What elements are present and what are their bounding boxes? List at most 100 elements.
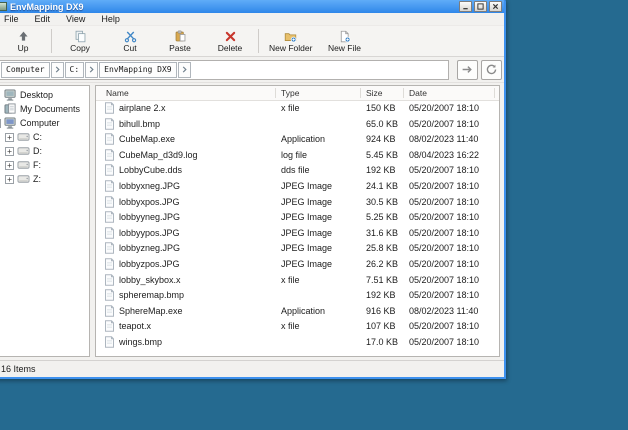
file-row-cubemap-exe[interactable]: CubeMap.exeApplication924 KB08/02/2023 1… [96, 132, 499, 148]
copy-button[interactable]: Copy [58, 27, 102, 55]
file-icon [104, 227, 115, 239]
column-divider[interactable] [360, 88, 361, 98]
file-size-cell: 924 KB [366, 134, 396, 144]
tree-expander[interactable]: - [0, 119, 1, 128]
file-date-cell: 05/20/2007 18:10 [409, 165, 479, 175]
breadcrumb-segment-computer[interactable]: Computer [1, 62, 50, 78]
file-name-cell: bihull.bmp [104, 118, 160, 130]
maximize-button[interactable] [474, 1, 487, 12]
up-arrow-icon [17, 30, 30, 43]
file-name-cell: lobbyzpos.JPG [104, 258, 180, 270]
file-row-lobbycube-dds[interactable]: LobbyCube.ddsdds file192 KB05/20/2007 18… [96, 163, 499, 179]
new-folder-button[interactable]: New Folder [265, 27, 316, 55]
file-name: lobbyzneg.JPG [119, 243, 180, 253]
menu-edit[interactable]: Edit [27, 13, 59, 26]
minimize-button[interactable] [459, 1, 472, 12]
drive-icon [17, 173, 30, 185]
tree-item-z[interactable]: + Z: [0, 172, 89, 186]
file-row-lobbyzneg-jpg[interactable]: lobbyzneg.JPGJPEG Image25.8 KB05/20/2007… [96, 241, 499, 257]
drive-icon [17, 159, 30, 171]
file-type-cell: JPEG Image [281, 228, 332, 238]
file-size-cell: 7.51 KB [366, 275, 398, 285]
tree-item-my-documents[interactable]: My Documents [0, 102, 89, 116]
file-name: LobbyCube.dds [119, 165, 182, 175]
file-row-lobbyyneg-jpg[interactable]: lobbyyneg.JPGJPEG Image5.25 KB05/20/2007… [96, 210, 499, 226]
file-date-cell: 05/20/2007 18:10 [409, 197, 479, 207]
tree-item-desktop[interactable]: Desktop [0, 88, 89, 102]
column-divider[interactable] [494, 88, 495, 98]
menu-view[interactable]: View [58, 13, 93, 26]
close-button[interactable] [489, 1, 502, 12]
chevron-right-icon[interactable] [51, 62, 64, 78]
file-date-cell: 05/20/2007 18:10 [409, 119, 479, 129]
up-button[interactable]: Up [1, 27, 45, 55]
tree-expander[interactable]: + [5, 147, 14, 156]
file-type-cell: JPEG Image [281, 259, 332, 269]
file-type-cell: JPEG Image [281, 181, 332, 191]
file-row-teapot-x[interactable]: teapot.xx file107 KB05/20/2007 18:10 [96, 319, 499, 335]
file-row-wings-bmp[interactable]: wings.bmp17.0 KB05/20/2007 18:10 [96, 335, 499, 351]
file-name: spheremap.bmp [119, 290, 184, 300]
breadcrumb[interactable]: Computer C: EnvMapping DX9 [0, 60, 449, 80]
file-row-cubemap-d3d9-log[interactable]: CubeMap_d3d9.loglog file5.45 KB08/04/202… [96, 148, 499, 164]
refresh-button[interactable] [481, 60, 502, 80]
file-name: SphereMap.exe [119, 306, 183, 316]
file-size-cell: 192 KB [366, 165, 396, 175]
tree-expander[interactable]: + [5, 133, 14, 142]
file-date-cell: 05/20/2007 18:10 [409, 259, 479, 269]
new-file-button[interactable]: New File [322, 27, 366, 55]
tree-item-f[interactable]: +F: [0, 158, 89, 172]
file-date-cell: 08/02/2023 11:40 [409, 306, 478, 316]
breadcrumb-segment-envmapping-dx9[interactable]: EnvMapping DX9 [99, 62, 176, 78]
tree-item-c[interactable]: + C: [0, 130, 89, 144]
file-name-cell: spheremap.bmp [104, 289, 184, 301]
file-row-lobbyxneg-jpg[interactable]: lobbyxneg.JPGJPEG Image24.1 KB05/20/2007… [96, 179, 499, 195]
column-divider[interactable] [403, 88, 404, 98]
file-name-cell: lobbyxneg.JPG [104, 180, 180, 192]
file-icon [104, 180, 115, 192]
menu-file[interactable]: File [0, 13, 27, 26]
copy-icon [74, 30, 87, 43]
file-row-spheremap-bmp[interactable]: spheremap.bmp192 KB05/20/2007 18:10 [96, 288, 499, 304]
file-date-cell: 05/20/2007 18:10 [409, 337, 479, 347]
file-list: Name Type Size Date airplane 2.xx file150 K… [95, 85, 500, 357]
folder-tree: DesktopMy Documents-Computer+C:+D:+F:+Z: [0, 85, 90, 357]
file-icon [104, 336, 115, 348]
go-button[interactable] [457, 60, 478, 80]
chevron-right-icon[interactable] [178, 62, 191, 78]
file-type-cell: JPEG Image [281, 212, 332, 222]
tree-item-d[interactable]: +D: [0, 144, 89, 158]
cut-button[interactable]: Cut [108, 27, 152, 55]
file-name: teapot.x [119, 321, 151, 331]
tree-item-computer[interactable]: -Computer [0, 116, 89, 130]
file-type-cell: log file [281, 150, 307, 160]
column-header-name[interactable]: Name [106, 88, 129, 98]
file-row-spheremap-exe[interactable]: SphereMap.exeApplication916 KB08/02/2023… [96, 304, 499, 320]
column-header-date[interactable]: Date [409, 88, 427, 98]
title-bar[interactable]: EnvMapping DX9 [0, 0, 504, 13]
breadcrumb-segment-c[interactable]: C: [65, 62, 85, 78]
toolbar-separator [51, 29, 52, 53]
file-row-lobby-skybox-x[interactable]: lobby_skybox.xx file7.51 KB05/20/2007 18… [96, 273, 499, 289]
column-header-type[interactable]: Type [281, 88, 299, 98]
file-row-lobbyzpos-jpg[interactable]: lobbyzpos.JPGJPEG Image26.2 KB05/20/2007… [96, 257, 499, 273]
delete-button[interactable]: Delete [208, 27, 252, 55]
tree-item-label: Z: [33, 174, 41, 184]
file-icon [104, 196, 115, 208]
file-row-lobbyxpos-jpg[interactable]: lobbyxpos.JPGJPEG Image30.5 KB05/20/2007… [96, 195, 499, 211]
tree-expander[interactable]: + [5, 161, 14, 170]
column-header-size[interactable]: Size [366, 88, 383, 98]
menu-help[interactable]: Help [93, 13, 128, 26]
file-type-cell: x file [281, 103, 300, 113]
file-row-lobbyypos-jpg[interactable]: lobbyypos.JPGJPEG Image31.6 KB05/20/2007… [96, 226, 499, 242]
file-row-bihull-bmp[interactable]: bihull.bmp65.0 KB05/20/2007 18:10 [96, 117, 499, 133]
file-row-airplane-2-x[interactable]: airplane 2.xx file150 KB05/20/2007 18:10 [96, 101, 499, 117]
chevron-right-icon[interactable] [85, 62, 98, 78]
tree-item-label: C: [33, 132, 42, 142]
tree-expander[interactable]: + [5, 175, 14, 184]
column-divider[interactable] [275, 88, 276, 98]
drive-icon [17, 145, 30, 157]
content-area: DesktopMy Documents-Computer+C:+D:+F:+Z:… [0, 83, 504, 360]
paste-button[interactable]: Paste [158, 27, 202, 55]
file-size-cell: 30.5 KB [366, 197, 398, 207]
